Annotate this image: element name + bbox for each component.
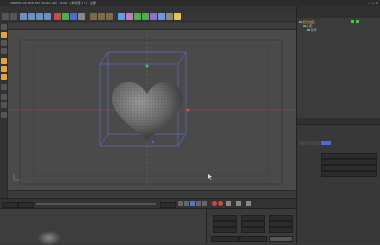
workplane-icon[interactable] bbox=[1, 48, 7, 54]
model-mode-icon[interactable] bbox=[1, 32, 7, 38]
move-icon[interactable] bbox=[28, 13, 35, 20]
y-axis-icon[interactable] bbox=[62, 13, 69, 20]
rot-b-field[interactable] bbox=[269, 227, 293, 233]
scale-icon[interactable] bbox=[36, 13, 43, 20]
coord-system-icon[interactable] bbox=[78, 13, 85, 20]
go-end-icon[interactable] bbox=[202, 201, 207, 206]
z-handle-icon[interactable] bbox=[151, 140, 155, 144]
next-key-icon[interactable] bbox=[196, 201, 201, 206]
playback-slider[interactable] bbox=[36, 203, 156, 205]
record-icon[interactable] bbox=[212, 201, 217, 206]
z-axis-icon[interactable] bbox=[70, 13, 77, 20]
cube-icon[interactable] bbox=[118, 13, 125, 20]
window-title: CINEMA 4D R18.057 Studio (RC - R18) - [未… bbox=[10, 1, 96, 5]
tree-item-label: 对称 bbox=[310, 28, 317, 32]
viewport-menu bbox=[8, 22, 296, 30]
subdivision-icon[interactable] bbox=[134, 13, 141, 20]
lock-icon[interactable] bbox=[1, 102, 7, 108]
pos-z-field[interactable] bbox=[213, 227, 237, 233]
transport-bar bbox=[0, 198, 296, 208]
material-manager bbox=[0, 208, 206, 245]
x-handle-icon[interactable] bbox=[186, 108, 190, 112]
keyframe-icon[interactable] bbox=[226, 201, 231, 206]
rotate-icon[interactable] bbox=[44, 13, 51, 20]
attr-tab-coord[interactable] bbox=[310, 141, 320, 145]
texture-mode-icon[interactable] bbox=[1, 40, 7, 46]
live-select-icon[interactable] bbox=[20, 13, 27, 20]
mouse-cursor-icon bbox=[208, 174, 212, 180]
y-handle-icon[interactable] bbox=[145, 64, 149, 68]
motion-mode-icon[interactable] bbox=[236, 201, 241, 206]
prev-key-icon[interactable] bbox=[184, 201, 189, 206]
material-menu bbox=[2, 210, 82, 214]
world-axis-icon bbox=[13, 174, 20, 181]
attr-tab-object[interactable] bbox=[321, 141, 331, 145]
coordinates-manager bbox=[206, 208, 296, 244]
apply-button[interactable] bbox=[269, 236, 293, 242]
array-icon[interactable] bbox=[142, 13, 149, 20]
make-editable-icon[interactable] bbox=[1, 24, 7, 30]
attr-tab-basic[interactable] bbox=[299, 141, 309, 145]
x-axis-icon[interactable] bbox=[54, 13, 61, 20]
render-settings-icon[interactable] bbox=[106, 13, 113, 20]
fcurve-icon[interactable] bbox=[246, 201, 251, 206]
render-picture-viewer-icon[interactable] bbox=[98, 13, 105, 20]
floor-icon[interactable] bbox=[158, 13, 165, 20]
sculpt-icon[interactable] bbox=[1, 112, 7, 118]
autokey-icon[interactable] bbox=[218, 201, 223, 206]
snap-icon[interactable] bbox=[1, 94, 7, 100]
size-mode-select[interactable] bbox=[239, 236, 267, 242]
redo-icon[interactable] bbox=[10, 13, 17, 20]
polygons-mode-icon[interactable] bbox=[1, 74, 7, 80]
camera-icon[interactable] bbox=[166, 13, 173, 20]
right-panel: 细分曲面 心形 对称 bbox=[296, 6, 380, 244]
tree-item-symmetry[interactable]: 对称 bbox=[307, 28, 316, 32]
axis-mode-icon[interactable] bbox=[1, 84, 7, 90]
light-icon[interactable] bbox=[174, 13, 181, 20]
coord-mode-select[interactable] bbox=[211, 236, 239, 242]
subdivide-uv-select[interactable] bbox=[321, 171, 377, 177]
deformer-icon[interactable] bbox=[150, 13, 157, 20]
pen-icon[interactable] bbox=[126, 13, 133, 20]
undo-icon[interactable] bbox=[2, 13, 9, 20]
window-controls[interactable]: — ▢ ✕ bbox=[368, 1, 378, 5]
go-start-icon[interactable] bbox=[178, 201, 183, 206]
main-toolbar bbox=[0, 12, 296, 22]
timeline[interactable] bbox=[8, 190, 296, 199]
visibility-dots-icon[interactable] bbox=[351, 20, 361, 23]
render-view-icon[interactable] bbox=[90, 13, 97, 20]
edges-mode-icon[interactable] bbox=[1, 66, 7, 72]
attribute-manager bbox=[297, 124, 380, 244]
viewport[interactable] bbox=[8, 30, 296, 190]
play-icon[interactable] bbox=[190, 201, 195, 206]
size-z-field[interactable] bbox=[241, 227, 265, 233]
object-manager: 细分曲面 心形 对称 bbox=[297, 18, 380, 118]
points-mode-icon[interactable] bbox=[1, 58, 7, 64]
left-tool-strip bbox=[0, 22, 8, 198]
viewport-canvas[interactable] bbox=[8, 30, 296, 190]
material-blur bbox=[38, 231, 60, 245]
